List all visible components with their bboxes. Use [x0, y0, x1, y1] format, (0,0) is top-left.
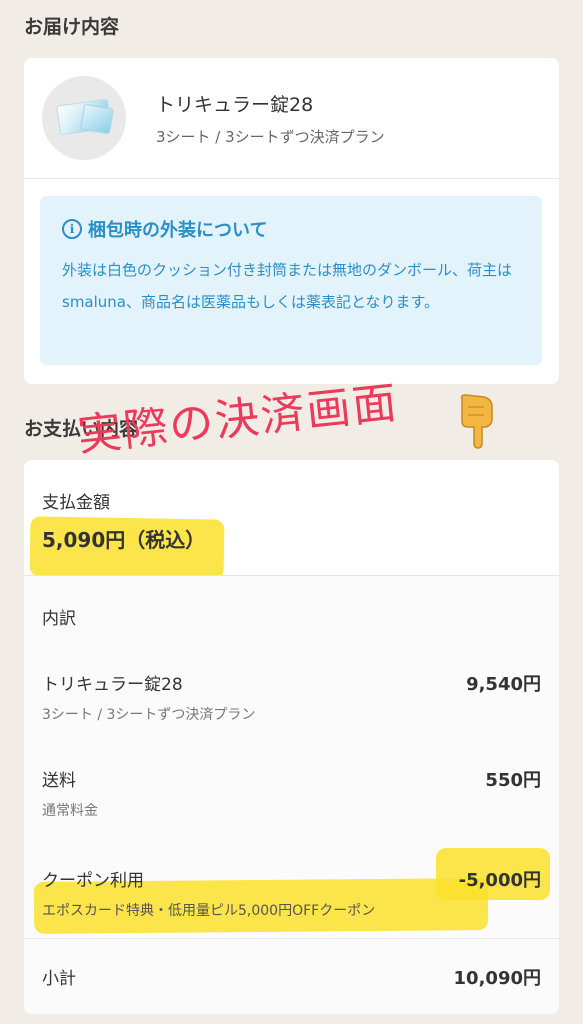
packaging-notice: i 梱包時の外装について 外装は白色のクッション付き封筒または無地のダンボール、… [40, 196, 542, 365]
notice-title-text: 梱包時の外装について [88, 220, 268, 241]
divider [24, 938, 559, 939]
pointing-down-hand-icon [460, 394, 493, 449]
product-row: トリキュラー錠28 3シート / 3シートずつ決済プラン [42, 74, 542, 164]
breakdown-area [24, 576, 559, 1014]
shipping-value: 550円 [485, 770, 541, 791]
coupon-value: -5,000円 [458, 870, 541, 891]
total-label: 支払金額 [42, 493, 110, 513]
item-name: トリキュラー錠28 [42, 675, 183, 695]
product-name: トリキュラー錠28 [156, 94, 314, 116]
info-icon: i [62, 219, 82, 239]
pill-box-image [79, 103, 115, 135]
breakdown-label: 内訳 [42, 609, 76, 629]
delivery-section-title: お届け内容 [24, 16, 120, 38]
total-amount: 5,090円（税込） [42, 528, 206, 552]
coupon-label: クーポン利用 [42, 871, 144, 891]
notice-body: 外装は白色のクッション付き封筒または無地のダンボール、荷主はsmaluna、商品… [62, 261, 513, 311]
subtotal-value: 10,090円 [453, 968, 541, 989]
item-value: 9,540円 [466, 674, 541, 695]
coupon-sub: エポスカード特典・低用量ピル5,000円OFFクーポン [42, 903, 376, 919]
divider [24, 178, 559, 179]
subtotal-label: 小計 [42, 969, 76, 989]
item-sub: 3シート / 3シートずつ決済プラン [42, 707, 256, 723]
product-thumbnail [42, 76, 126, 160]
payment-card: 支払金額 5,090円（税込） 内訳 トリキュラー錠28 3シート / 3シート… [24, 460, 559, 1014]
delivery-card: トリキュラー錠28 3シート / 3シートずつ決済プラン i 梱包時の外装につい… [24, 58, 559, 384]
shipping-sub: 通常料金 [42, 803, 98, 819]
notice-title: i 梱包時の外装について [62, 216, 267, 242]
product-plan: 3シート / 3シートずつ決済プラン [156, 128, 385, 146]
shipping-label: 送料 [42, 771, 76, 791]
